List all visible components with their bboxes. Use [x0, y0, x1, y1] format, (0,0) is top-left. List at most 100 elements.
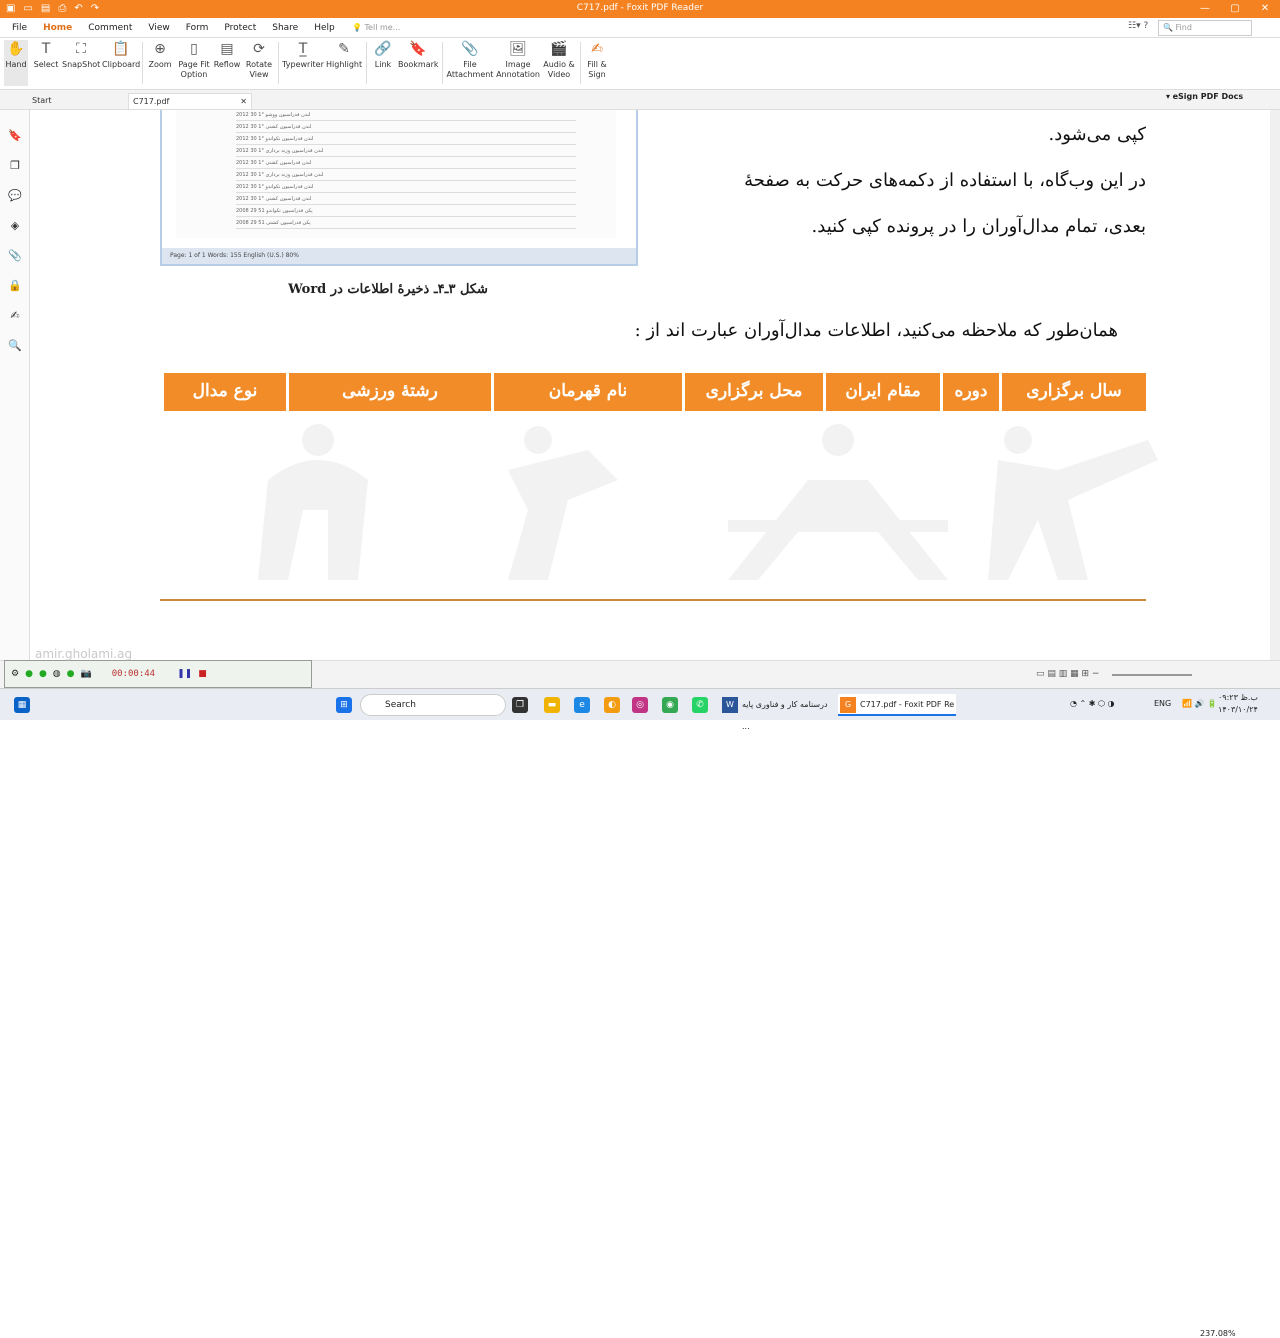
- screenshot-row: 2012 30 1° لندن فدراسیون ووشو: [236, 112, 576, 121]
- tab-close-icon[interactable]: ✕: [240, 94, 247, 110]
- recorder-pen-icon[interactable]: ●: [25, 669, 33, 679]
- maximize-icon[interactable]: ▢: [1220, 0, 1250, 18]
- pause-icon[interactable]: ❚❚: [177, 669, 192, 679]
- ribbon-options-icon[interactable]: ☷▾ ?: [1128, 21, 1148, 31]
- highlight-button[interactable]: ✎ Highlight: [326, 40, 362, 70]
- menu-view[interactable]: View: [140, 18, 177, 40]
- figure-caption: شکل ۳ـ۴ـ ذخیرهٔ اطلاعات در Word: [288, 282, 488, 297]
- esign-button[interactable]: ▾ eSign PDF Docs: [1166, 92, 1243, 101]
- word-table-image: 2012 30 1° لندن فدراسیون ووشو 2012 30 1°…: [176, 110, 616, 238]
- close-icon[interactable]: ✕: [1250, 0, 1280, 18]
- word-screenshot-figure: 2012 30 1° لندن فدراسیون ووشو 2012 30 1°…: [160, 110, 638, 266]
- table-header-cell: دوره: [943, 373, 999, 411]
- widgets-icon[interactable]: ▦: [14, 697, 30, 713]
- hand-tool-button[interactable]: ✋ Hand: [4, 40, 28, 86]
- reflow-button[interactable]: ▤ Reflow: [212, 40, 242, 70]
- zoom-button[interactable]: ⊕ Zoom: [146, 40, 174, 70]
- stop-icon[interactable]: ■: [198, 669, 207, 679]
- screenshot-row: 2008 29 51 پکن فدراسیون تکواندو: [236, 208, 576, 217]
- link-icon: 🔗: [374, 41, 392, 57]
- select-tool-button[interactable]: T Select: [32, 40, 60, 70]
- audio-video-button[interactable]: 🎬 Audio & Video: [542, 40, 576, 80]
- menu-comment[interactable]: Comment: [80, 18, 140, 40]
- layers-panel-icon[interactable]: ◈: [7, 218, 23, 234]
- snapshot-button[interactable]: ⛶ SnapShot: [62, 40, 100, 70]
- edge-icon[interactable]: e: [574, 697, 590, 713]
- snapshot-label: SnapShot: [62, 60, 101, 69]
- bookmark-panel-icon[interactable]: 🔖: [7, 128, 23, 144]
- typewriter-button[interactable]: T̲ Typewriter: [282, 40, 324, 70]
- screenshot-row: 2012 30 1° لندن فدراسیون کشتی: [236, 196, 576, 205]
- ribbon-toolbar: ✋ Hand T Select ⛶ SnapShot 📋 Clipboard ⊕ Zoom…: [0, 38, 1280, 90]
- tab-start[interactable]: Start: [28, 93, 126, 109]
- view-mode-icons[interactable]: ▭ ▤ ▥ ▦ ⊞ −: [1036, 669, 1099, 679]
- firefox-icon[interactable]: ◐: [604, 697, 620, 713]
- clock[interactable]: ۰۹:۲۳ ب.ظ ۱۴۰۳/۱۰/۲۴: [1218, 692, 1258, 716]
- clipboard-label: Clipboard: [102, 60, 141, 69]
- file-explorer-icon[interactable]: ▬: [544, 697, 560, 713]
- find-input[interactable]: 🔍 Find: [1158, 20, 1252, 36]
- taskbar-search[interactable]: Search: [360, 694, 506, 716]
- menu-share[interactable]: Share: [264, 18, 306, 40]
- window-title: C717.pdf - Foxit PDF Reader: [576, 3, 704, 13]
- fill-sign-button[interactable]: ✍ Fill & Sign: [584, 40, 610, 80]
- page-fit-button[interactable]: ▯ Page Fit Option: [176, 40, 212, 80]
- menu-help[interactable]: Help: [306, 18, 343, 40]
- menu-form[interactable]: Form: [178, 18, 217, 40]
- file-attachment-button[interactable]: 📎 File Attachment: [446, 40, 494, 80]
- menu-file[interactable]: File: [4, 18, 35, 40]
- pages-panel-icon[interactable]: ❐: [7, 158, 23, 174]
- rotate-view-button[interactable]: ⟳ Rotate View: [242, 40, 276, 80]
- minimize-icon[interactable]: —: [1190, 0, 1220, 18]
- tell-me-input[interactable]: 💡 Tell me...: [352, 21, 412, 35]
- zoom-level[interactable]: 237.08%: [1200, 1329, 1236, 1338]
- select-label: Select: [33, 60, 59, 69]
- bookmark-button[interactable]: 🔖 Bookmark: [398, 40, 439, 70]
- start-icon[interactable]: ⊞: [336, 697, 352, 713]
- properties-panel-icon[interactable]: 🔍: [7, 338, 23, 354]
- language-indicator[interactable]: ENG: [1154, 699, 1171, 708]
- security-panel-icon[interactable]: 🔒: [7, 278, 23, 294]
- zoom-slider[interactable]: [1112, 674, 1192, 676]
- recorder-highlight-icon[interactable]: ●: [39, 669, 47, 679]
- recorder-mic-icon[interactable]: ●: [67, 669, 75, 679]
- title-bar: ▣ ▭ ▤ ⎙ ↶ ↷ C717.pdf - Foxit PDF Reader …: [0, 0, 1280, 18]
- taskbar-app-word[interactable]: W درسنامه کار و فناوری پایه ...: [720, 694, 832, 731]
- recorder-settings-icon[interactable]: ⚙: [11, 669, 19, 679]
- network-icon[interactable]: 📶 🔊 🔋: [1182, 699, 1217, 708]
- hand-label: Hand: [5, 60, 27, 69]
- link-button[interactable]: 🔗 Link: [370, 40, 396, 70]
- comments-panel-icon[interactable]: 💬: [7, 188, 23, 204]
- ribbon-separator: [278, 42, 279, 84]
- screenshot-row: 2012 30 1° لندن فدراسیون کشتی: [236, 124, 576, 133]
- esign-label: eSign PDF Docs: [1172, 92, 1244, 101]
- channel-watermark: amir.gholami.ag: [35, 647, 133, 661]
- recorder-camera-icon[interactable]: 📷: [81, 669, 92, 679]
- image-annotation-button[interactable]: 🖼 Image Annotation: [496, 40, 540, 80]
- taskbar-app-foxit[interactable]: G C717.pdf - Foxit PDF Re: [838, 694, 956, 716]
- bookmark-label: Bookmark: [398, 60, 439, 69]
- screenshot-row: 2012 30 1° لندن فدراسیون وزنه برداری: [236, 148, 576, 157]
- clipboard-button[interactable]: 📋 Clipboard: [102, 40, 140, 70]
- video-icon: 🎬: [550, 41, 568, 57]
- attachments-panel-icon[interactable]: 📎: [7, 248, 23, 264]
- foxit-icon: G: [840, 697, 856, 713]
- instagram-icon[interactable]: ◎: [632, 697, 648, 713]
- paragraph-line: کپی می‌شود.: [1048, 124, 1147, 145]
- recorder-webcam-icon[interactable]: ◍: [53, 669, 61, 679]
- tab-c717[interactable]: C717.pdf ✕: [128, 93, 252, 109]
- chrome-icon[interactable]: ◉: [662, 697, 678, 713]
- hand-icon: ✋: [7, 41, 25, 57]
- whatsapp-icon[interactable]: ✆: [692, 697, 708, 713]
- signature-panel-icon[interactable]: ✍: [7, 308, 23, 324]
- menu-protect[interactable]: Protect: [216, 18, 264, 40]
- task-view-icon[interactable]: ❐: [512, 697, 528, 713]
- menu-home[interactable]: Home: [35, 18, 81, 40]
- word-icon: W: [722, 697, 738, 713]
- paragraph-line: در این وب‌گاه، با استفاده از دکمه‌های حر…: [744, 170, 1146, 191]
- ribbon-separator: [580, 42, 581, 84]
- vertical-scrollbar[interactable]: [1270, 110, 1280, 660]
- screenshot-row: 2012 30 1° لندن فدراسیون کشتی: [236, 160, 576, 169]
- document-tabs: Start C717.pdf ✕: [0, 90, 1280, 110]
- tray-icons[interactable]: ◔ ⌃ ✱ ⬡ ◑: [1070, 699, 1115, 708]
